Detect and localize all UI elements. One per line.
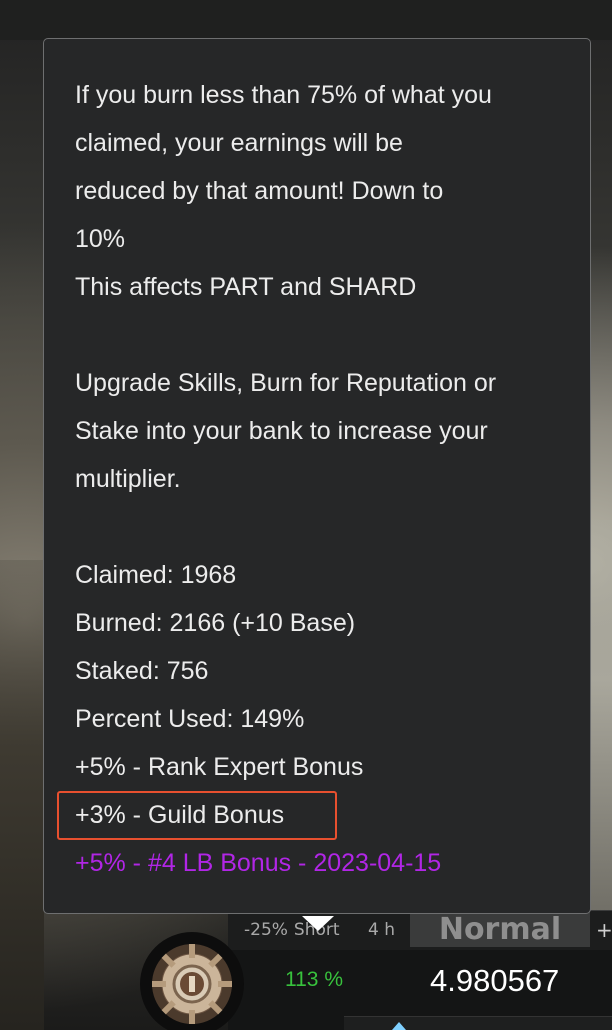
background-ruins-right [590, 520, 612, 920]
tooltip-text-line: This affects PART and SHARD [75, 273, 417, 301]
background-ruins-left [0, 560, 44, 1030]
staked-stat: Staked: 756 [75, 657, 209, 685]
tooltip-text-line: reduced by that amount! Down to [75, 177, 444, 205]
tab-duration[interactable]: 4 h [368, 911, 395, 949]
tooltip-text-line: 10% [75, 225, 126, 253]
tab-normal[interactable]: Normal [410, 911, 590, 947]
triangle-up-icon [392, 1022, 406, 1030]
triangle-down-icon [302, 916, 334, 931]
earnings-value: 4.980567 [430, 963, 560, 998]
multiplier-tooltip: If you burn less than 75% of what you cl… [43, 38, 591, 914]
percent-used-stat: Percent Used: 149% [75, 705, 305, 733]
tooltip-text-line: multiplier. [75, 465, 181, 493]
tooltip-text-line: claimed, your earnings will be [75, 129, 403, 157]
top-bar [0, 0, 612, 40]
claimed-stat: Claimed: 1968 [75, 561, 237, 589]
gear-badge-icon[interactable] [140, 932, 244, 1030]
mode-tabs: -25% Short 4 h Normal + [228, 910, 612, 951]
tooltip-text-line: If you burn less than 75% of what you [75, 81, 492, 109]
tooltip-text-line: Upgrade Skills, Burn for Reputation or [75, 369, 497, 397]
leaderboard-bonus: +5% - #4 LB Bonus - 2023-04-15 [75, 849, 442, 877]
burned-stat: Burned: 2166 (+10 Base) [75, 609, 356, 637]
tooltip-content: If you burn less than 75% of what you cl… [75, 71, 575, 887]
panel-footer [344, 1016, 612, 1030]
rank-bonus: +5% - Rank Expert Bonus [75, 753, 364, 781]
tab-short-percent: -25% [244, 920, 288, 940]
tab-plus[interactable]: + [596, 911, 612, 949]
guild-bonus-highlight [57, 791, 337, 840]
tooltip-text-line: Stake into your bank to increase your [75, 417, 488, 445]
multiplier-percent[interactable]: 113 % [285, 968, 343, 992]
